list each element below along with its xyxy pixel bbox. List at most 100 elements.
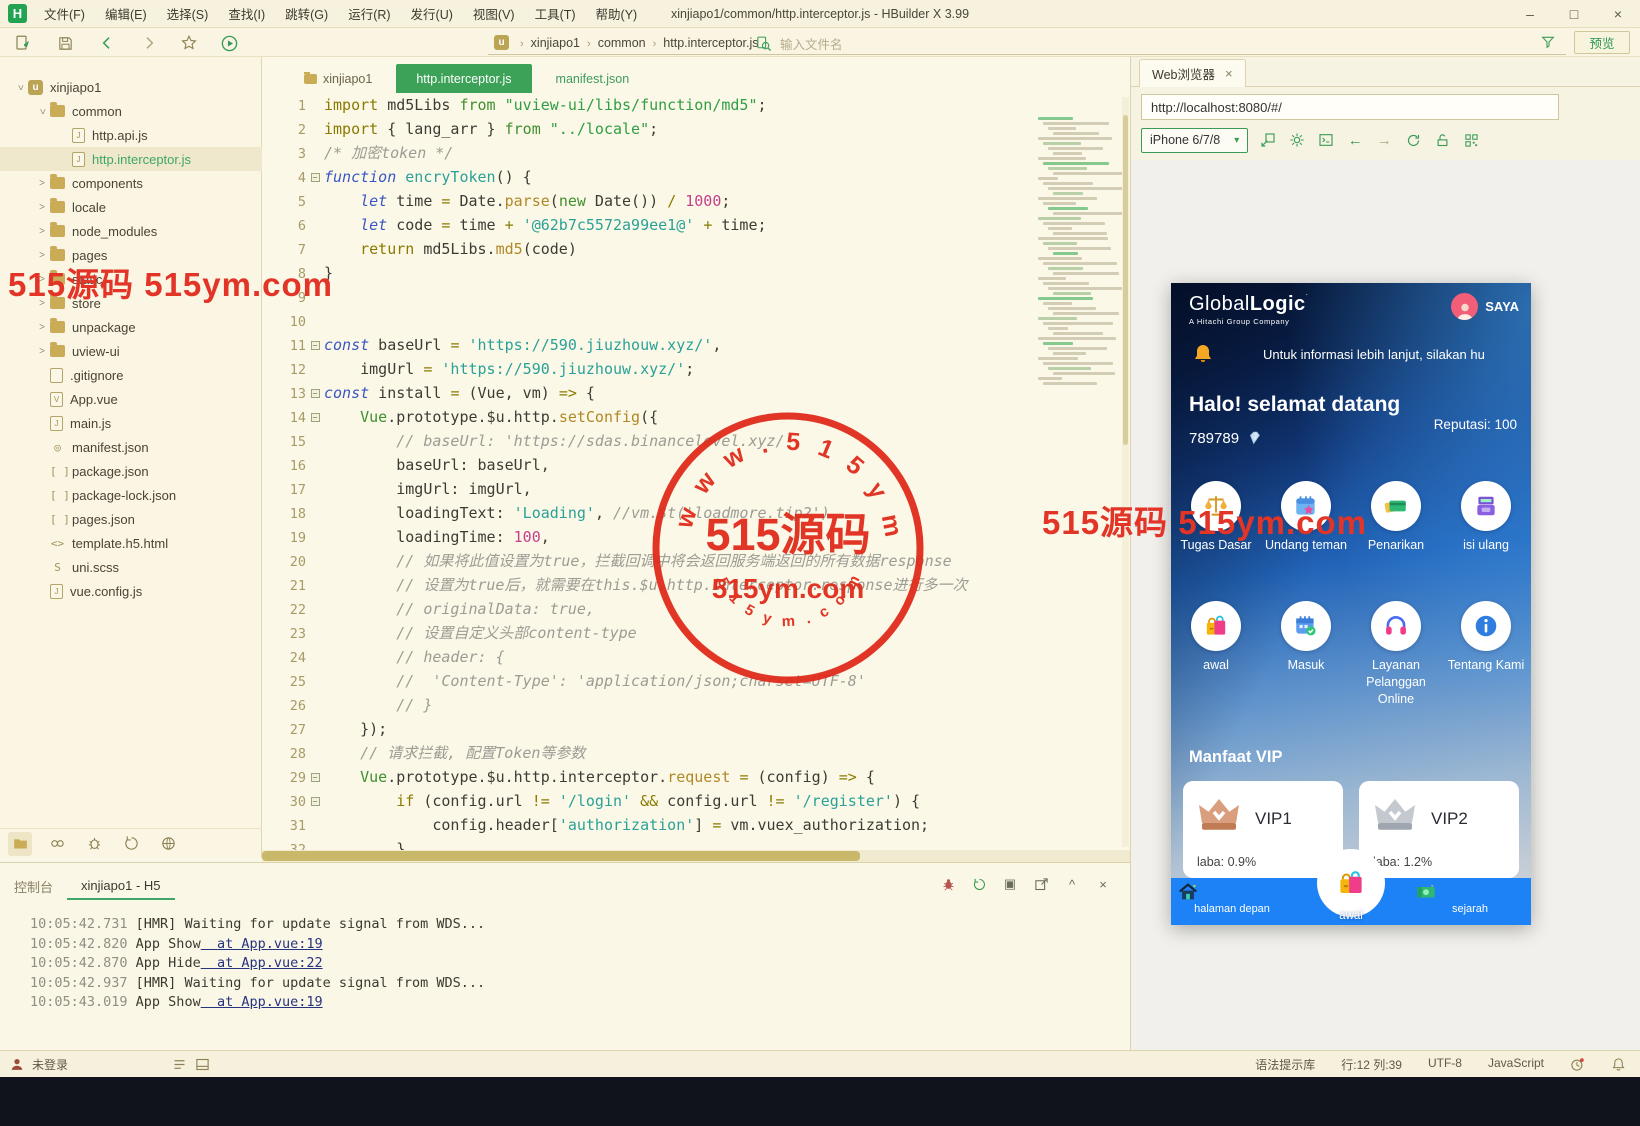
fold-icon[interactable]: − [310,388,320,398]
code-line[interactable]: 10 [262,309,1130,333]
code-line[interactable]: 30− if (config.url != '/login' && config… [262,789,1130,813]
qr-code-icon[interactable] [1462,131,1480,149]
url-input[interactable]: http://localhost:8080/#/ [1141,94,1559,120]
login-status[interactable]: 未登录 [32,1056,68,1073]
new-file-icon[interactable] [12,32,34,54]
tree-item-http-api-js[interactable]: Jhttp.api.js [0,123,262,147]
run-icon[interactable] [218,32,240,54]
code-line[interactable]: 4− function encryToken() { [262,165,1130,189]
code-line[interactable]: 5 let time = Date.parse(new Date()) / 10… [262,189,1130,213]
history-panel-icon[interactable] [119,832,143,856]
menu-item[interactable]: 文件(F) [35,1,94,26]
code-line[interactable]: 7 return md5Libs.md5(code) [262,237,1130,261]
fold-column[interactable]: − [306,165,324,189]
settings-gear-icon[interactable] [1288,131,1306,149]
log-source-link[interactable]: at App.vue:19 [201,936,323,952]
encoding[interactable]: UTF-8 [1428,1056,1462,1073]
log-source-link[interactable]: at App.vue:19 [201,994,323,1010]
fold-icon[interactable]: − [310,340,320,350]
menu-item[interactable]: 发行(U) [402,1,462,26]
code-line[interactable]: 27 }); [262,717,1130,741]
tree-item-common[interactable]: > common [0,99,262,123]
menu-item[interactable]: 视图(V) [464,1,524,26]
code-line[interactable]: 12 imgUrl = 'https://590.jiuzhouw.xyz/'; [262,357,1130,381]
bookmark-star-icon[interactable] [178,32,200,54]
tree-item-http-interceptor-js[interactable]: Jhttp.interceptor.js [0,147,262,171]
back-icon[interactable] [96,32,118,54]
lock-icon[interactable] [1433,131,1451,149]
code-line[interactable]: 6 let code = time + '@62b7c5572a99ee1@' … [262,213,1130,237]
debug-panel-icon[interactable] [82,832,106,856]
vertical-scrollbar[interactable] [1122,97,1129,847]
grid-item-isi-ulang[interactable]: isi ulang [1441,481,1531,554]
tree-item-node-modules[interactable]: > node_modules [0,219,262,243]
minimap[interactable] [1038,117,1126,447]
files-panel-icon[interactable] [8,831,32,856]
web-panel-icon[interactable] [156,832,180,856]
nav-item-halaman-depan[interactable]: halaman depan [1177,881,1287,915]
tree-item-main-js[interactable]: Jmain.js [0,411,262,435]
cursor-position[interactable]: 行:12 列:39 [1341,1056,1402,1073]
tree-item-uview-ui[interactable]: > uview-ui [0,339,262,363]
fold-column[interactable]: − [306,333,324,357]
fold-column[interactable]: − [306,381,324,405]
file-search[interactable]: 输入文件名 [755,31,843,55]
collapse-icon[interactable]: ^ [1063,875,1081,893]
menu-item[interactable]: 查找(I) [219,1,274,26]
save-icon[interactable] [54,32,76,54]
tree-chevron-icon[interactable]: > [34,178,50,189]
devtools-console-icon[interactable] [1317,131,1335,149]
menu-item[interactable]: 选择(S) [158,1,218,26]
tree-chevron-icon[interactable]: > [34,322,50,333]
language-mode[interactable]: JavaScript [1488,1056,1544,1073]
fold-column[interactable]: − [306,405,324,429]
refresh-icon[interactable] [1404,131,1422,149]
menu-item[interactable]: 帮助(Y) [587,1,647,26]
fold-icon[interactable]: − [310,772,320,782]
nav-forward-icon[interactable]: → [1375,131,1393,149]
console-tab-active[interactable]: xinjiapo1 - H5 [67,873,175,900]
editor-tab-http-interceptor-js[interactable]: http.interceptor.js [396,64,532,93]
fold-icon[interactable]: − [310,172,320,182]
stop-icon[interactable]: ▣ [1001,875,1019,893]
debug-icon[interactable] [939,875,957,893]
nav-item-awal[interactable] [1317,849,1385,917]
horizontal-scrollbar[interactable] [262,850,1130,862]
close-tab-icon[interactable]: × [1225,66,1233,81]
tree-item-locale[interactable]: > locale [0,195,262,219]
code-line[interactable]: 8} [262,261,1130,285]
phone-preview[interactable]: GlobalLogic˙ A Hitachi Group Company SAY… [1171,283,1531,925]
grid-item-awal[interactable]: awal [1171,601,1261,708]
menu-item[interactable]: 运行(R) [339,1,399,26]
nav-item-sejarah[interactable]: sejarah [1415,881,1525,915]
close-button[interactable]: × [1596,0,1640,28]
open-external-icon[interactable] [1259,131,1277,149]
tree-item-uni-scss[interactable]: Suni.scss [0,555,262,579]
tree-item-components[interactable]: > components [0,171,262,195]
code-line[interactable]: 2 import { lang_arr } from "../locale"; [262,117,1130,141]
tree-item-unpackage[interactable]: > unpackage [0,315,262,339]
tree-item-vue-config-js[interactable]: Jvue.config.js [0,579,262,603]
menu-item[interactable]: 编辑(E) [96,1,156,26]
breadcrumb-item[interactable]: http.interceptor.js [663,36,758,50]
search-panel-icon[interactable] [45,832,69,856]
tree-item-app-vue[interactable]: V App.vue [0,387,262,411]
grid-item-layanan-pelanggan-online[interactable]: Layanan Pelanggan Online [1351,601,1441,708]
menu-item[interactable]: 跳转(G) [276,1,337,26]
vip-card-vip1[interactable]: VIP1 laba: 0.9% [1183,781,1343,878]
fold-icon[interactable]: − [310,796,320,806]
menu-item[interactable]: 工具(T) [526,1,585,26]
breadcrumb-item[interactable]: xinjiapo1 [531,36,580,50]
breadcrumb-item[interactable]: common [598,36,646,50]
tree-item-manifest-json[interactable]: ◎ manifest.json [0,435,262,459]
tree-item--gitignore[interactable]: .gitignore [0,363,262,387]
close-console-icon[interactable]: × [1094,875,1112,893]
code-line[interactable]: 11− const baseUrl = 'https://590.jiuzhouw… [262,333,1130,357]
code-line[interactable]: 28 // 请求拦截, 配置Token等参数 [262,741,1130,765]
restart-icon[interactable] [970,875,988,893]
code-line[interactable]: 29− Vue.prototype.$u.http.interceptor.re… [262,765,1130,789]
tree-item-package-json[interactable]: [ ] package.json [0,459,262,483]
fold-column[interactable]: − [306,789,324,813]
grid-item-masuk[interactable]: Masuk [1261,601,1351,708]
tree-chevron-icon[interactable]: > [34,202,50,213]
